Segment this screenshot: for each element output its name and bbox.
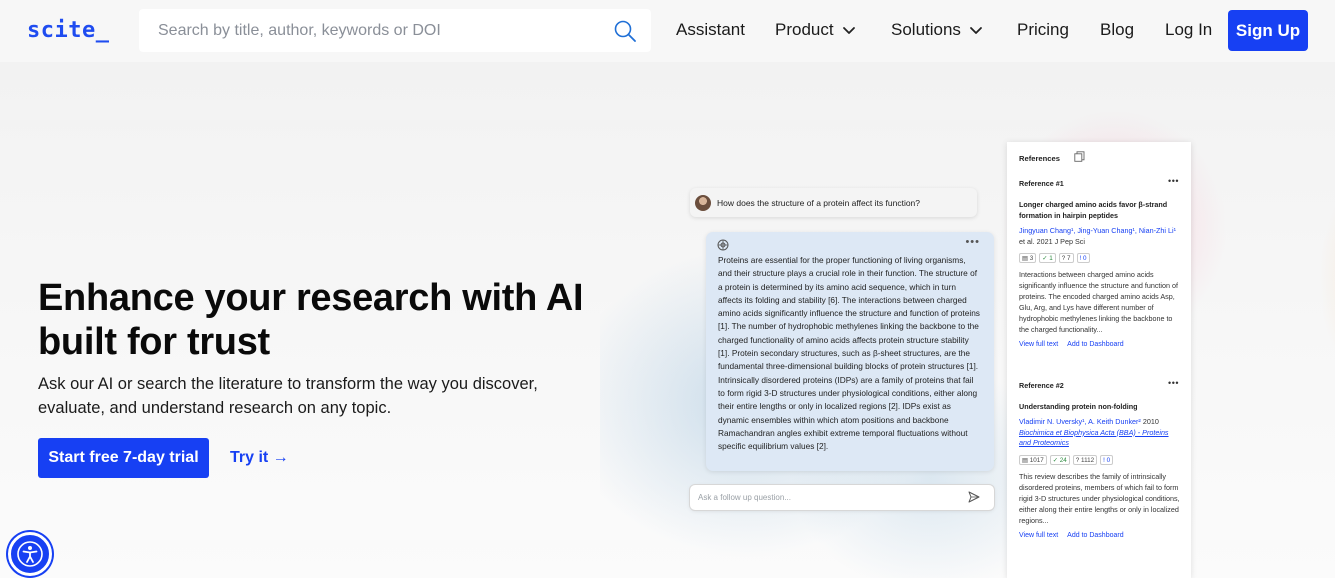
nav-pricing[interactable]: Pricing [1017,20,1069,40]
chat-answer-card: ••• Proteins are essential for the prope… [706,232,994,471]
start-trial-button[interactable]: Start free 7-day trial [38,438,209,478]
top-navbar: scite_ Assistant Product Solutions Prici… [0,0,1335,62]
reference-authors: Vladimir N. Uversky¹, A. Keith Dunker² 2… [1019,417,1181,449]
reference-authors: Jingyuan Chang¹, Jing-Yuan Chang¹, Nian-… [1019,226,1181,247]
supporting-count-badge[interactable]: ✓ 24 [1049,454,1070,465]
nav-assistant-label: Assistant [676,20,745,39]
references-title: References [1019,154,1060,163]
assistant-icon [717,239,729,251]
reference-journal[interactable]: Biochimica et Biophysica Acta (BBA) - Pr… [1019,428,1169,448]
nav-pricing-label: Pricing [1017,20,1069,39]
hero-subtext: Ask our AI or search the literature to t… [38,375,538,417]
reference-authors-linked[interactable]: Vladimir N. Uversky¹, A. Keith Dunker² [1019,417,1141,426]
chevron-down-icon [842,27,855,34]
publications-count-badge[interactable]: ▤ 3 [1019,253,1037,263]
nav-product[interactable]: Product [775,20,856,40]
more-options-icon[interactable]: ••• [1168,176,1179,186]
reference-label: Reference #1 [1019,179,1064,188]
reference-summary: This review describes the family of intr… [1019,471,1180,525]
nav-login-label: Log In [1165,20,1213,39]
nav-assistant[interactable]: Assistant [676,20,745,40]
reference-label: Reference #2 [1019,381,1064,390]
nav-blog-label: Blog [1100,20,1135,39]
view-full-text-link[interactable]: View full text [1019,532,1058,539]
followup-input[interactable] [698,485,958,510]
signup-button[interactable]: Sign Up [1228,10,1308,51]
accessibility-button[interactable] [8,532,52,576]
hero-headline: Enhance your research with AI built for … [38,277,584,363]
reference-title[interactable]: Longer charged amino acids favor β-stran… [1019,199,1181,221]
search-icon[interactable] [613,19,637,43]
mentioning-count-badge[interactable]: ? 1112 [1072,454,1098,465]
nav-solutions[interactable]: Solutions [891,20,983,40]
add-to-dashboard-link[interactable]: Add to Dashboard [1067,532,1123,539]
citation-metrics: ▤ 3 ✓ 1 ? 7 ! 0 [1019,253,1181,263]
view-full-text-link[interactable]: View full text [1019,341,1058,348]
more-options-icon[interactable]: ••• [1168,378,1179,388]
mentioning-count-badge[interactable]: ? 7 [1058,253,1074,263]
contrasting-count-badge[interactable]: ! 0 [1100,454,1114,465]
references-panel: References Reference #1 ••• Longer charg… [1007,142,1191,578]
contrasting-count-badge[interactable]: ! 0 [1076,253,1090,263]
search-bar [139,9,651,52]
nav-login[interactable]: Log In [1165,20,1212,40]
more-options-icon[interactable]: ••• [965,236,980,248]
add-to-dashboard-link[interactable]: Add to Dashboard [1067,341,1123,348]
reference-authors-rest: 2010 [1140,417,1159,426]
chat-question-bubble: How does the structure of a protein affe… [690,188,977,217]
followup-box [690,485,994,510]
supporting-count-badge[interactable]: ✓ 1 [1039,253,1056,263]
nav-product-label: Product [775,20,834,39]
avatar [695,194,711,211]
scite-logo[interactable]: scite_ [27,18,109,43]
reference-item-2: Reference #2 ••• Understanding protein n… [1019,378,1181,539]
reference-item-1: Reference #1 ••• Longer charged amino ac… [1019,176,1181,348]
chevron-down-icon [970,27,982,34]
nav-solutions-label: Solutions [891,20,961,39]
search-input[interactable] [139,9,609,52]
reference-summary: Interactions between charged amino acids… [1019,270,1179,334]
publications-count-badge[interactable]: ▤ 1017 [1019,454,1047,465]
reference-authors-linked[interactable]: Jingyuan Chang¹, Jing-Yuan Chang¹, Nian-… [1019,226,1176,235]
nav-blog[interactable]: Blog [1100,20,1134,40]
send-icon[interactable] [968,491,980,503]
chat-answer-text: Proteins are essential for the proper fu… [718,255,980,452]
reference-links: View full text Add to Dashboard [1019,341,1181,348]
reference-links: View full text Add to Dashboard [1019,532,1181,539]
try-it-link[interactable]: Try it → [230,449,289,467]
reference-title[interactable]: Understanding protein non-folding [1019,401,1181,412]
chat-question-text: How does the structure of a protein affe… [717,197,921,208]
reference-authors-rest: et al. 2021 J Pep Sci [1019,236,1085,246]
accessibility-icon [17,541,43,567]
copy-icon[interactable] [1074,151,1085,162]
citation-metrics: ▤ 1017 ✓ 24 ? 1112 ! 0 [1019,454,1181,465]
